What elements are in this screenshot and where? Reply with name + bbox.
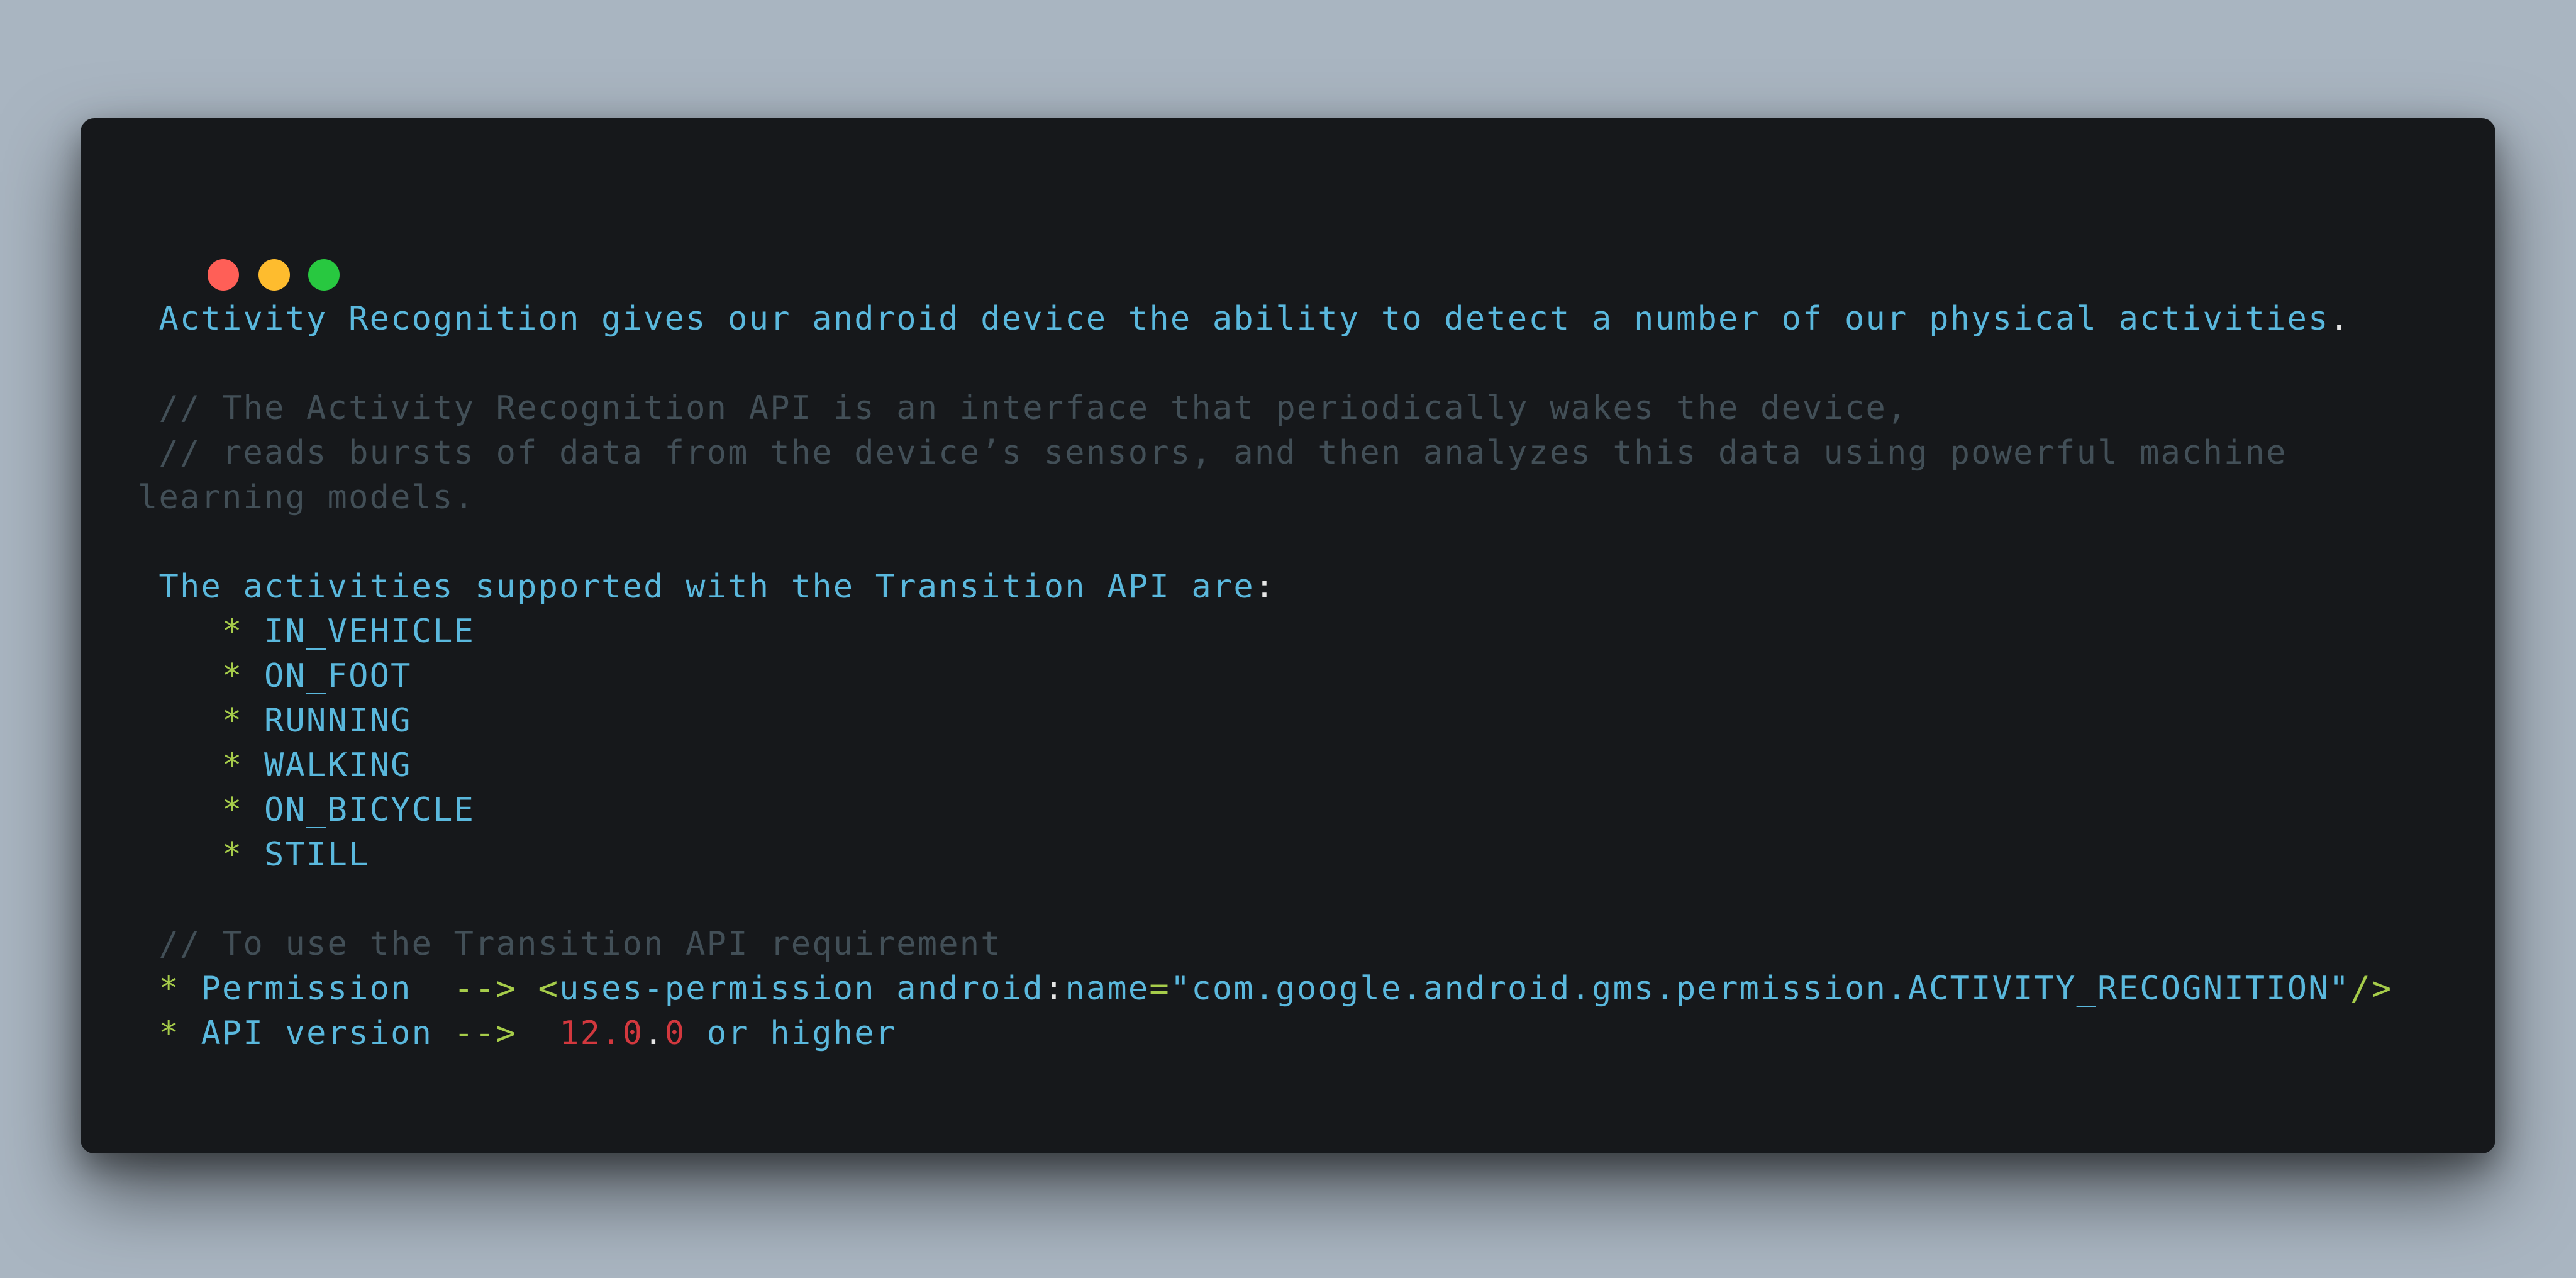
code-token: 0 [664, 1014, 686, 1052]
code-line: * WALKING [138, 743, 2392, 788]
code-token: or higher [686, 1014, 897, 1052]
code-token: * [138, 836, 265, 874]
code-token: "com.google.android.gms.permission.ACTIV… [1170, 970, 2351, 1008]
code-token: * [138, 791, 265, 829]
code-token: learning models. [138, 479, 475, 516]
code-token: Permission [201, 970, 454, 1008]
code-line: Activity Recognition gives our android d… [138, 297, 2392, 342]
code-token: : [1254, 568, 1276, 606]
code-token: * [138, 747, 265, 784]
code-token: * [138, 613, 265, 650]
code-line: * IN_VEHICLE [138, 609, 2392, 654]
code-line: learning models. [138, 475, 2392, 520]
code-token: * [138, 657, 265, 695]
code-line: * RUNNING [138, 699, 2392, 743]
code-token: // To use the Transition API requirement [138, 925, 1002, 963]
code-token: WALKING [264, 747, 412, 784]
code-line: // To use the Transition API requirement [138, 922, 2392, 967]
code-token: /> [2350, 970, 2393, 1008]
code-token: --> < [453, 970, 560, 1008]
code-token: IN_VEHICLE [264, 613, 475, 650]
code-token: --> [453, 1014, 560, 1052]
code-token: : [1043, 970, 1065, 1008]
code-line: The activities supported with the Transi… [138, 565, 2392, 609]
code-line: // reads bursts of data from the device’… [138, 431, 2392, 475]
code-token: ON_BICYCLE [264, 791, 475, 829]
code-block: Activity Recognition gives our android d… [138, 297, 2392, 1056]
code-token: * [138, 970, 201, 1008]
code-line: * Permission --> <uses-permission androi… [138, 967, 2392, 1011]
close-button[interactable] [208, 259, 239, 291]
code-line: * API version --> 12.0.0 or higher [138, 1011, 2392, 1056]
minimize-button[interactable] [258, 259, 290, 291]
code-token: uses-permission android [559, 970, 1044, 1008]
code-token: name [1065, 970, 1150, 1008]
code-token: . [643, 1014, 665, 1052]
code-token: // The Activity Recognition API is an in… [138, 389, 1908, 427]
code-line: * ON_FOOT [138, 654, 2392, 699]
code-token: RUNNING [264, 702, 412, 740]
code-token: * [138, 702, 265, 740]
code-token: = [1149, 970, 1170, 1008]
code-token: Activity Recognition gives our android d… [138, 300, 2329, 338]
maximize-button[interactable] [308, 259, 340, 291]
code-token: 12.0 [559, 1014, 644, 1052]
code-token: ON_FOOT [264, 657, 412, 695]
code-token: STILL [264, 836, 370, 874]
code-token: * [138, 1014, 201, 1052]
code-line: * ON_BICYCLE [138, 788, 2392, 833]
code-token: The activities supported with the Transi… [138, 568, 1255, 606]
code-line: // The Activity Recognition API is an in… [138, 386, 2392, 431]
code-token: // reads bursts of data from the device’… [138, 434, 2287, 472]
code-token: . [2329, 300, 2351, 338]
code-line: * STILL [138, 833, 2392, 877]
code-token: API version [201, 1014, 454, 1052]
